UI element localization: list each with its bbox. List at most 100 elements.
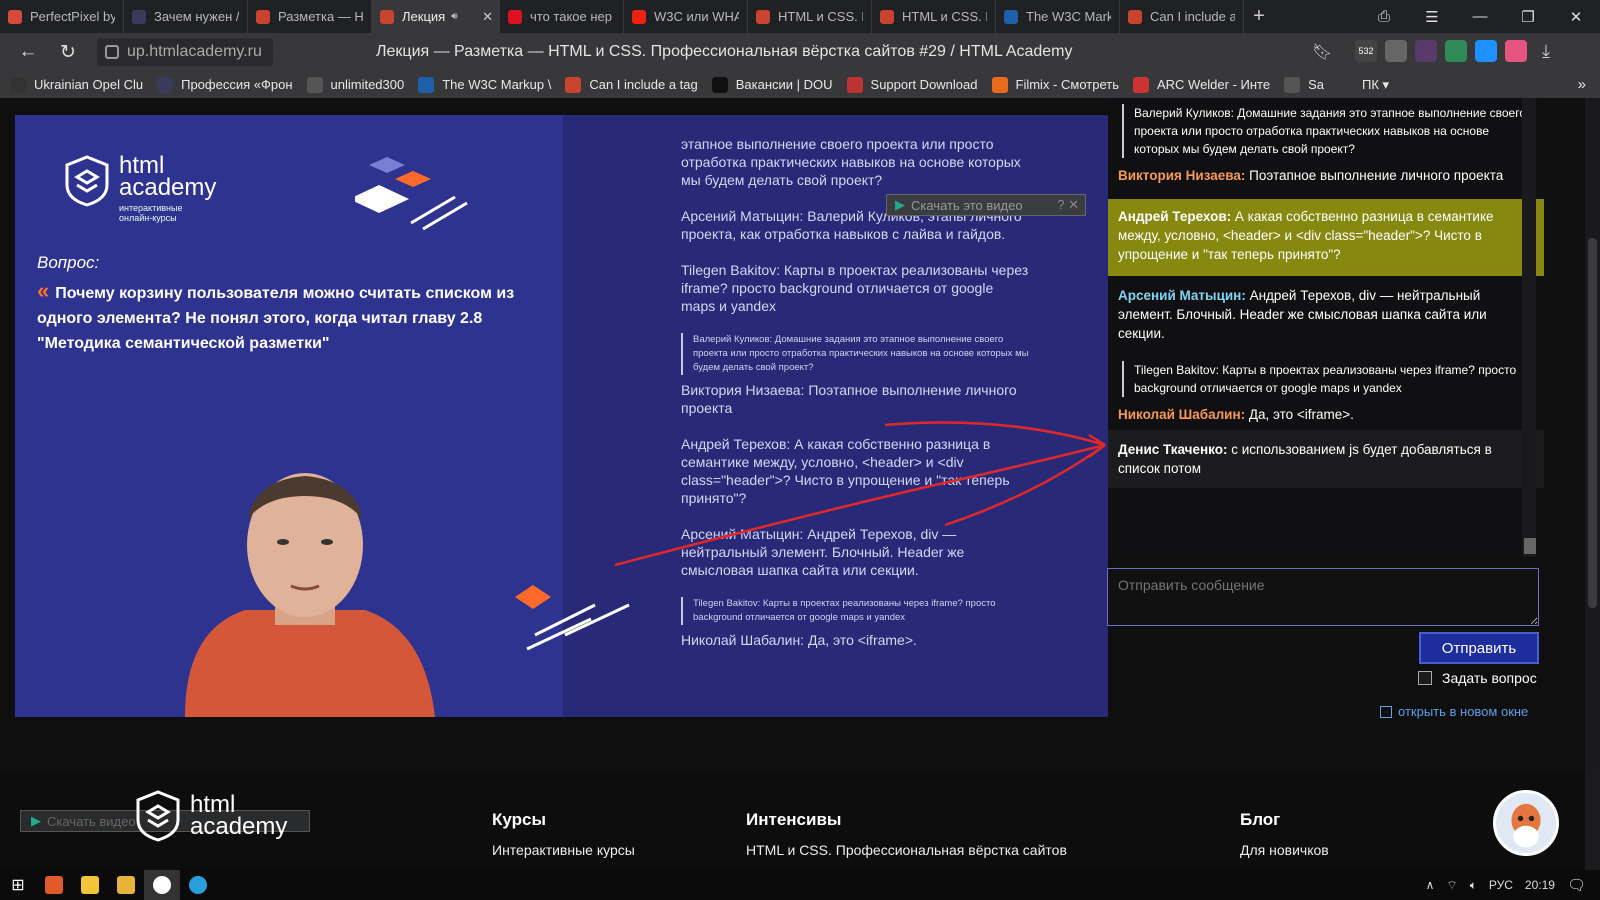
play-icon: ▶ — [31, 813, 41, 828]
chat-author: Андрей Терехов: — [1118, 209, 1232, 224]
open-new-window-label: открыть в новом окне — [1398, 704, 1529, 719]
notifications-icon[interactable]: 🗨︎ — [1567, 876, 1586, 894]
bookmark-favicon-icon — [711, 76, 728, 93]
slide-chat-line: Tilegen Bakitov: Карты в проектах реализ… — [681, 262, 1029, 314]
bookmark-item[interactable]: Профессия «Фрон — [157, 76, 293, 93]
globe-extension-icon[interactable] — [1445, 40, 1467, 62]
page-scrollbar[interactable] — [1585, 98, 1600, 770]
close-icon[interactable]: ? ✕ — [1057, 197, 1079, 213]
ask-question-row[interactable]: Задать вопрос — [1418, 670, 1537, 686]
bookmark-label: unlimited300 — [330, 77, 405, 92]
tab-sound-icon[interactable]: 🔊︎ — [451, 11, 457, 22]
color-extension-icon[interactable] — [1505, 40, 1527, 62]
decor-lines-icon — [515, 585, 630, 651]
url-field[interactable]: up.htmlacademy.ru — [97, 38, 273, 66]
bookmark-item[interactable]: Filmix - Смотреть — [991, 76, 1119, 93]
bookmark-item[interactable]: ARC Welder - Инте — [1132, 76, 1270, 93]
slide-chat-line: Николай Шабалин: Да, это <iframe>. — [681, 632, 917, 648]
menu-icon[interactable]: ☰ — [1408, 8, 1456, 26]
bookmark-item[interactable]: The W3C Markup \ — [418, 76, 551, 93]
slide-quote: Tilegen Bakitov: Карты в проектах реализ… — [681, 597, 1031, 625]
browser-tab[interactable]: PerfectPixel by — [0, 0, 124, 33]
browser-tab[interactable]: что такое нер — [500, 0, 624, 33]
windows-taskbar: ⊞ ∧ ⌔ 🔈︎ РУС 20:19 🗨︎ — [0, 870, 1600, 900]
tab-label: что такое нер — [530, 9, 613, 24]
chat-message-highlighted: Андрей Терехов: А какая собственно разни… — [1108, 199, 1544, 276]
tab-close-icon[interactable]: ✕ — [482, 9, 493, 25]
footer-link[interactable]: Интерактивные курсы — [492, 842, 635, 858]
download-video-bar[interactable]: ▶ Скачать это видео ? ✕ — [886, 194, 1086, 216]
bookmark-favicon-icon — [846, 76, 863, 93]
tab-favicon-icon — [132, 9, 146, 24]
extension-badge-icon[interactable]: 532 — [1355, 40, 1377, 62]
browser-tab[interactable]: Лекция 🔊︎ ✕ — [372, 0, 500, 33]
tab-search-icon[interactable]: ⎙ — [1360, 8, 1408, 25]
page-title: Лекция — Разметка — HTML и CSS. Професси… — [376, 43, 1073, 60]
chat-message: Валерий Куликов: Домашние задания это эт… — [1108, 98, 1544, 191]
chat-author: Денис Ткаченко: — [1118, 442, 1228, 457]
footer-link[interactable]: HTML и CSS. Профессиональная вёрстка сай… — [746, 842, 1067, 858]
footer-logo-line-2: academy — [190, 813, 288, 840]
volume-icon[interactable]: 🔈︎ — [1470, 878, 1477, 893]
ask-question-checkbox[interactable] — [1418, 671, 1432, 685]
taskbar-app-icon[interactable] — [72, 870, 108, 900]
bookmarks-bar: Ukrainian Opel Clu Профессия «Фрон unlimit… — [0, 71, 1600, 98]
chat-quote: Валерий Куликов: Домашние задания это эт… — [1122, 104, 1534, 158]
bookmark-item[interactable]: Ukrainian Opel Clu — [10, 76, 143, 93]
screenshot-extension-icon[interactable] — [1385, 40, 1407, 62]
open-new-window-link[interactable]: открыть в новом окне — [1380, 704, 1528, 719]
footer-logo[interactable]: html academy — [136, 790, 287, 842]
download-icon[interactable]: ⤓ — [1535, 40, 1557, 62]
page-scroll-thumb[interactable] — [1588, 238, 1597, 608]
chat-text: Поэтапное выполнение личного проекта — [1245, 168, 1504, 183]
download-video-label: Скачать это видео — [911, 197, 1023, 213]
browser-tab[interactable]: Can I include a — [1120, 0, 1244, 33]
new-tab-button[interactable]: + — [1244, 5, 1274, 28]
browser-tab[interactable]: HTML и CSS. П — [872, 0, 996, 33]
reload-button[interactable]: ↻ — [48, 41, 88, 64]
browser-tab[interactable]: The W3C Mark — [996, 0, 1120, 33]
bookmark-item[interactable]: ПК ▾ — [1338, 76, 1390, 93]
tab-favicon-icon — [380, 9, 394, 24]
chat-scroll-thumb[interactable] — [1524, 538, 1536, 554]
taskbar-app-icon[interactable] — [36, 870, 72, 900]
assistant-avatar[interactable] — [1493, 790, 1559, 856]
start-button[interactable]: ⊞ — [0, 870, 36, 900]
back-button[interactable]: ← — [8, 41, 48, 63]
minimize-button[interactable]: — — [1456, 8, 1504, 25]
browser-tab[interactable]: Зачем нужен / — [124, 0, 248, 33]
network-icon[interactable]: ⌔ — [1446, 878, 1457, 893]
yandex-browser-icon[interactable] — [144, 870, 180, 900]
window-controls: ⎙ ☰ — ❐ ✕ — [1360, 0, 1600, 33]
bookmark-item[interactable]: Support Download — [846, 76, 978, 93]
owl-extension-icon[interactable] — [1415, 40, 1437, 62]
language-indicator[interactable]: РУС — [1489, 878, 1513, 892]
close-window-button[interactable]: ✕ — [1552, 8, 1600, 26]
browser-tab[interactable]: W3C или WHA — [624, 0, 748, 33]
html-academy-shield-icon — [65, 155, 109, 207]
message-input[interactable] — [1107, 568, 1539, 626]
footer-link[interactable]: Для новичков — [1240, 842, 1329, 858]
file-explorer-icon[interactable] — [108, 870, 144, 900]
bookmark-icon[interactable]: 🔖︎ — [1312, 42, 1332, 62]
tray-expand-icon[interactable]: ∧ — [1426, 878, 1435, 892]
bookmark-favicon-icon — [418, 76, 435, 93]
tab-label: Лекция — [402, 9, 446, 24]
chat-message: Арсений Матыцин: Андрей Терехов, div — н… — [1108, 276, 1544, 349]
maximize-button[interactable]: ❐ — [1504, 8, 1552, 26]
send-button[interactable]: Отправить — [1419, 632, 1539, 664]
system-tray: ∧ ⌔ 🔈︎ РУС 20:19 🗨︎ — [1426, 870, 1600, 900]
browser-tab[interactable]: Разметка — H — [248, 0, 372, 33]
clock[interactable]: 20:19 — [1525, 878, 1555, 892]
external-link-icon — [1380, 705, 1392, 718]
telegram-icon[interactable] — [180, 870, 216, 900]
bookmark-label: ПК ▾ — [1362, 76, 1390, 92]
bookmark-item[interactable]: Sa — [1284, 76, 1324, 93]
chat-scrollbar[interactable] — [1522, 98, 1536, 557]
browser-tab[interactable]: HTML и CSS. П — [748, 0, 872, 33]
cloud-extension-icon[interactable] — [1475, 40, 1497, 62]
bookmark-item[interactable]: Вакансии | DOU — [711, 76, 833, 93]
bookmarks-more-button[interactable]: » — [1578, 76, 1586, 93]
bookmark-item[interactable]: unlimited300 — [306, 76, 405, 93]
bookmark-item[interactable]: Can I include a tag — [565, 76, 698, 93]
